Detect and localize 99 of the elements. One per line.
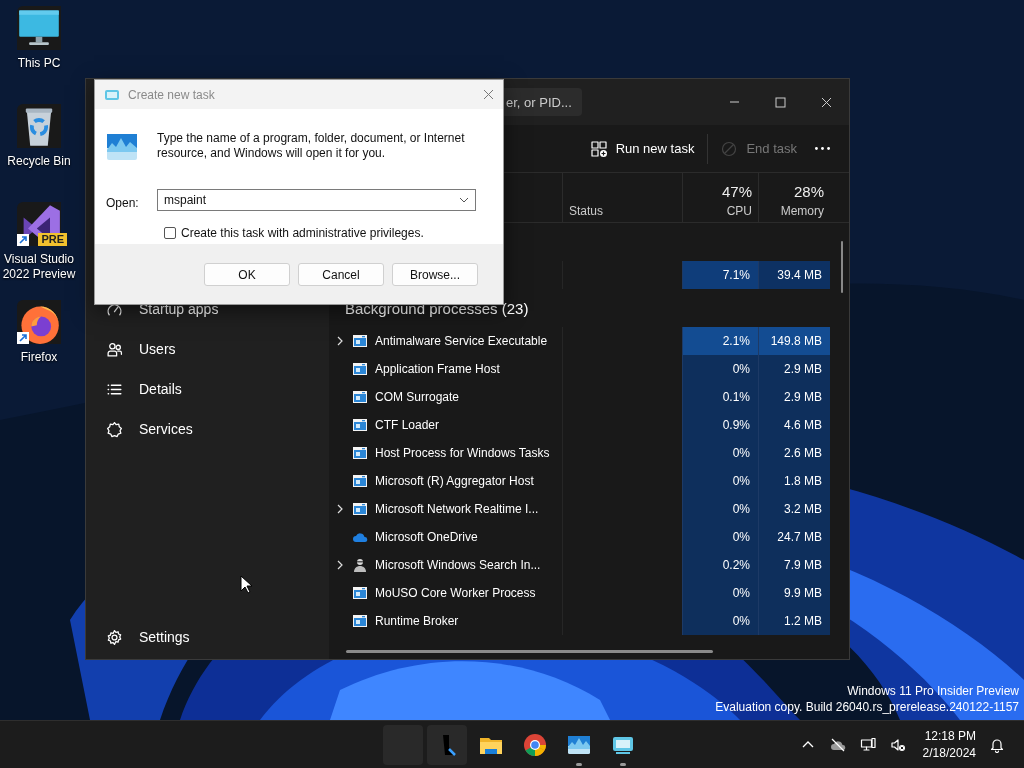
settings-icon	[106, 628, 123, 646]
process-name: Microsoft (R) Aggregator Host	[375, 474, 534, 488]
network-icon[interactable]	[859, 736, 876, 753]
column-header[interactable]: Status	[569, 204, 676, 218]
usage-percent: 47%	[721, 183, 752, 200]
process-name: Host Process for Windows Tasks	[375, 446, 550, 460]
app-window-icon	[352, 473, 368, 489]
process-name: Microsoft Windows Search In...	[375, 558, 541, 572]
usage-cell: 2.9 MB	[758, 355, 830, 383]
column-header[interactable]: CPU	[726, 204, 752, 218]
wave-window-icon	[106, 131, 138, 163]
process-name: MoUSO Core Worker Process	[375, 586, 536, 600]
usage-cell: 1.2 MB	[758, 607, 830, 635]
usage-cell: 0%	[682, 467, 758, 495]
chevron-right-icon[interactable]	[335, 336, 345, 346]
settings-item[interactable]: Settings	[90, 617, 325, 657]
sidebar-item[interactable]: Users	[90, 329, 325, 369]
usage-cell: 0%	[682, 607, 758, 635]
checkbox-label[interactable]: Create this task with administrative privileges.	[181, 226, 424, 241]
usage-cell: 7.9 MB	[758, 551, 830, 579]
desktop-icon-label[interactable]: This PC	[0, 56, 78, 71]
process-name: Antimalware Service Executable	[375, 334, 548, 348]
scrollbar[interactable]	[346, 650, 713, 653]
clock-time: 12:18 PM	[924, 727, 976, 745]
chevron-down-icon[interactable]	[459, 195, 469, 204]
chevron-right-icon[interactable]	[335, 504, 345, 514]
cog-icon	[106, 420, 123, 438]
app-window-icon	[352, 417, 368, 433]
close-icon[interactable]	[820, 96, 832, 108]
text-input[interactable]: mspaint	[164, 192, 459, 207]
usage-cell: 1.8 MB	[758, 467, 830, 495]
usage-percent: 28%	[793, 183, 824, 200]
desktop-icon-label[interactable]: Firefox	[0, 350, 78, 365]
process-name: COM Surrogate	[375, 390, 460, 404]
dialog-title: Create new task	[128, 87, 215, 102]
app-window-icon	[352, 333, 368, 349]
users-icon	[106, 340, 123, 358]
usage-cell: 0%	[682, 355, 758, 383]
build-notice-text: Evaluation copy. Build 26040.rs_prerelease.240122-1157	[715, 699, 1019, 715]
scrollbar[interactable]	[841, 241, 843, 293]
sidebar-item[interactable]: Details	[90, 369, 325, 409]
field-label: Open:	[106, 196, 140, 211]
badge: PRE	[38, 233, 67, 246]
usage-cell: 0.1%	[682, 383, 758, 411]
browser-logo-icon[interactable]	[17, 300, 61, 344]
monitor-icon[interactable]	[17, 6, 61, 50]
process-name: Microsoft Network Realtime I...	[375, 502, 539, 516]
app-window-icon	[352, 361, 368, 377]
app-window-icon	[352, 389, 368, 405]
recycle-bin-icon[interactable]	[17, 104, 61, 148]
toolbar-button[interactable]: Run new task	[581, 132, 704, 165]
checkbox[interactable]	[164, 227, 176, 240]
app-window-icon	[352, 613, 368, 629]
prohibited-icon	[721, 140, 738, 157]
person-icon	[352, 557, 368, 573]
desktop-icon-label[interactable]: Visual Studio 2022 Preview	[0, 252, 78, 282]
browser-icon[interactable]	[523, 732, 547, 757]
usage-cell: 0.2%	[682, 551, 758, 579]
app-window-icon	[352, 585, 368, 601]
usage-cell: 2.9 MB	[758, 383, 830, 411]
usage-cell: 7.1%	[682, 261, 758, 289]
usage-cell: 3.2 MB	[758, 495, 830, 523]
process-name: Microsoft OneDrive	[375, 530, 478, 544]
process-name: Application Frame Host	[375, 362, 500, 376]
clock-date: 2/18/2024	[922, 744, 976, 762]
clock-button[interactable]: 12:18 PM 2/18/2024	[922, 727, 976, 762]
usage-cell: 0%	[682, 495, 758, 523]
dialog-button[interactable]: Browse...	[392, 263, 478, 286]
notification-icon[interactable]	[989, 736, 1005, 753]
usage-cell: 2.1%	[682, 327, 758, 355]
usage-cell: 149.8 MB	[758, 327, 830, 355]
build-notice-text: Windows 11 Pro Insider Preview	[847, 683, 1019, 699]
app-window-icon	[352, 501, 368, 517]
usage-cell: 24.7 MB	[758, 523, 830, 551]
dialog-message: Type the name of a program, folder, document, or Internet resource, and Windows will open it for you.	[157, 131, 466, 162]
usage-cell: 9.9 MB	[758, 579, 830, 607]
dialog-button[interactable]: Cancel	[298, 263, 384, 286]
dialog-button[interactable]: OK	[204, 263, 290, 286]
sidebar-item[interactable]: Services	[90, 409, 325, 449]
process-name: CTF Loader	[375, 418, 440, 432]
usage-cell: 0%	[682, 523, 758, 551]
usage-cell: 0%	[682, 579, 758, 607]
maximize-icon[interactable]	[774, 96, 786, 108]
usage-cell: 2.6 MB	[758, 439, 830, 467]
new-task-icon	[590, 140, 607, 157]
group-header: Background processes (23)	[344, 298, 530, 319]
usage-cell: 0%	[682, 439, 758, 467]
app-window-icon	[352, 445, 368, 461]
usage-cell: 39.4 MB	[758, 261, 830, 289]
chevron-right-icon[interactable]	[335, 560, 345, 570]
column-header[interactable]: Memory	[780, 204, 824, 218]
desktop-icon-label[interactable]: Recycle Bin	[0, 154, 78, 169]
cursor-icon	[240, 575, 254, 595]
cloud-off-icon[interactable]	[829, 736, 846, 753]
open-combobox[interactable]: mspaint	[157, 188, 476, 211]
process-name: Runtime Broker	[375, 614, 459, 628]
more-icon	[815, 147, 830, 150]
usage-cell: 4.6 MB	[758, 411, 830, 439]
usage-cell: 0.9%	[682, 411, 758, 439]
